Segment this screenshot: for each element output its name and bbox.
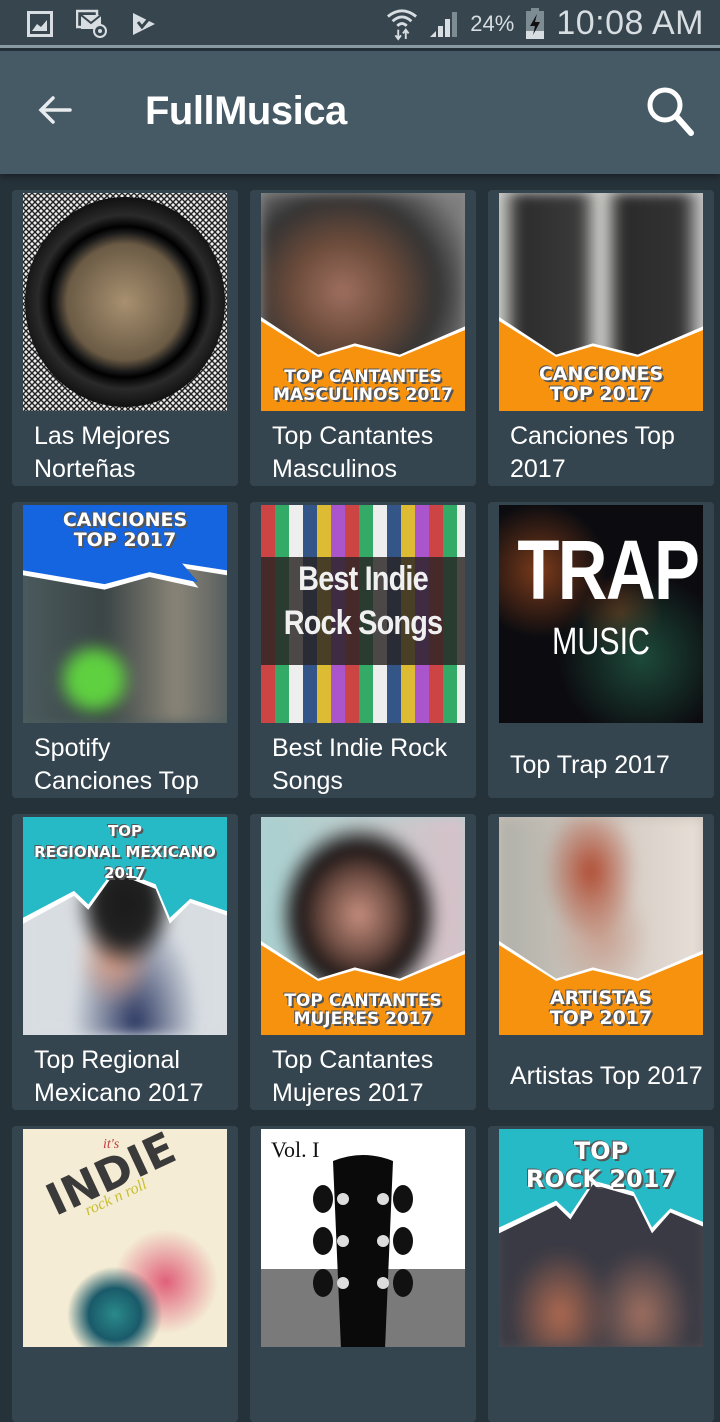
playlist-title: [23, 1347, 227, 1422]
album-art: ARTISTAS TOP 2017: [499, 817, 703, 1035]
album-art: CANCIONES TOP 2017: [499, 193, 703, 411]
playlist-title: Top Regional Mexicano 2017: [34, 1045, 204, 1107]
art-text: TOP: [573, 1137, 629, 1165]
art-text: TOP: [108, 822, 142, 840]
playlist-title: Artistas Top 2017: [510, 1062, 703, 1090]
playlist-card[interactable]: CANCIONES TOP 2017 Spotify Canciones Top: [12, 502, 238, 798]
art-text: TOP 2017: [549, 1007, 653, 1030]
page-title: FullMusica: [145, 89, 347, 133]
search-button[interactable]: [640, 83, 700, 143]
art-text: ARTISTAS: [549, 987, 653, 1010]
status-bar: 24% 10:08 AM: [0, 0, 720, 48]
art-text: MUJERES 2017: [293, 1009, 433, 1030]
playlist-card[interactable]: ARTISTAS TOP 2017 Artistas Top 2017: [488, 814, 714, 1110]
playlist-card[interactable]: TOP REGIONAL MEXICANO 2017 Top Regional …: [12, 814, 238, 1110]
playlist-card[interactable]: Vol. I: [250, 1126, 476, 1422]
play-store-check-icon: [128, 9, 160, 39]
art-text: TOP 2017: [549, 383, 653, 406]
playlist-title: [499, 1347, 703, 1422]
email-sync-icon: [76, 9, 108, 39]
art-text: CANCIONES: [538, 363, 664, 386]
search-icon: [645, 85, 695, 142]
clock: 10:08 AM: [556, 4, 704, 42]
wifi-icon: [386, 8, 418, 41]
gallery-icon: [24, 9, 56, 39]
playlist-title: Top Trap 2017: [510, 751, 670, 779]
art-text: ROCK 2017: [525, 1165, 677, 1193]
playlist-card[interactable]: Las Mejores Norteñas: [12, 190, 238, 486]
playlist-title: Top Cantantes Mujeres 2017: [272, 1045, 434, 1107]
playlist-card[interactable]: it's INDIE rock n roll: [12, 1126, 238, 1422]
art-text: MASCULINOS 2017: [273, 385, 453, 406]
art-text: Rock Songs: [283, 604, 443, 642]
playlist-card[interactable]: TOP CANTANTES MASCULINOS 2017 Top Cantan…: [250, 190, 476, 486]
album-art: it's INDIE rock n roll: [23, 1129, 227, 1347]
back-button[interactable]: [30, 87, 80, 137]
album-art: TOP REGIONAL MEXICANO 2017: [23, 817, 227, 1035]
album-art: Best Indie Rock Songs: [261, 505, 465, 723]
arrow-back-icon: [38, 95, 72, 130]
signal-icon: [428, 9, 460, 39]
playlist-title: Best Indie Rock Songs: [272, 733, 448, 795]
playlist-card[interactable]: Best Indie Rock Songs Best Indie Rock So…: [250, 502, 476, 798]
album-art: TRAP MUSIC: [499, 505, 703, 723]
album-art: CANCIONES TOP 2017: [23, 505, 227, 723]
art-text: Best Indie: [298, 560, 428, 598]
playlist-card[interactable]: TOP ROCK 2017: [488, 1126, 714, 1422]
art-text: REGIONAL MEXICANO: [34, 843, 216, 861]
playlist-title: Las Mejores Norteñas: [34, 421, 171, 483]
art-text: TRAP: [517, 523, 700, 617]
album-art: TOP CANTANTES MUJERES 2017: [261, 817, 465, 1035]
playlist-title: [261, 1347, 465, 1422]
art-text: 2017: [104, 864, 146, 882]
art-text: TOP 2017: [73, 528, 177, 551]
art-text: MUSIC: [552, 621, 650, 663]
playlist-title: Canciones Top 2017: [510, 421, 675, 483]
playlist-title: Top Cantantes Masculinos: [272, 421, 434, 483]
album-art: TOP CANTANTES MASCULINOS 2017: [261, 193, 465, 411]
playlist-card[interactable]: TRAP MUSIC Top Trap 2017: [488, 502, 714, 798]
playlist-title: Spotify Canciones Top: [34, 733, 199, 795]
battery-percent: 24%: [470, 10, 515, 36]
album-art: Vol. I: [261, 1129, 465, 1347]
album-art: TOP ROCK 2017: [499, 1129, 703, 1347]
playlist-card[interactable]: CANCIONES TOP 2017 Canciones Top 2017: [488, 190, 714, 486]
battery-charging-icon: [524, 7, 546, 39]
app-bar: FullMusica: [0, 51, 720, 174]
playlist-card[interactable]: TOP CANTANTES MUJERES 2017 Top Cantantes…: [250, 814, 476, 1110]
art-text: CANCIONES: [62, 509, 188, 531]
album-art-vinyl: [23, 193, 227, 411]
playlist-grid: Las Mejores Norteñas TOP CANTANTES MASCU…: [12, 190, 714, 1422]
